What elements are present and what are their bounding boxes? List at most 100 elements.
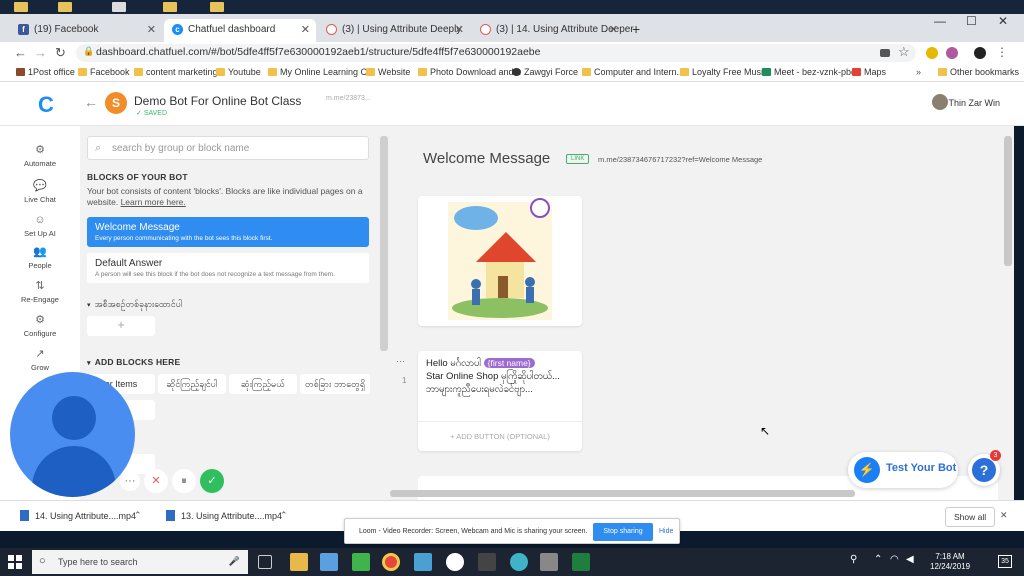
wifi-icon[interactable]: ◠	[890, 554, 899, 565]
tab-attribute-deeper[interactable]: (3) | 14. Using Attribute Deeper ✕	[472, 19, 634, 42]
store-icon[interactable]	[320, 553, 338, 571]
image-card[interactable]	[418, 196, 582, 326]
app-icon[interactable]	[414, 553, 432, 571]
bookmark-item[interactable]: Computer and Intern...	[582, 67, 684, 77]
block-link-url[interactable]: m.me/238734676717232?ref=Welcome Message	[598, 155, 762, 164]
windows-start-icon[interactable]	[8, 555, 22, 569]
block-search-input[interactable]: ⌕ search by group or block name	[87, 136, 369, 160]
download-item[interactable]: 14. Using Attribute....mp4	[20, 510, 136, 521]
chevron-down-icon[interactable]: ⌄	[283, 95, 290, 104]
bot-name[interactable]: Demo Bot For Online Bot Class	[134, 94, 301, 108]
first-name-attribute[interactable]: {first name}	[483, 358, 535, 368]
back-arrow-icon[interactable]: ←	[84, 94, 98, 110]
more-options-icon[interactable]: ···	[396, 356, 405, 366]
block-welcome-message[interactable]: Welcome Message Every person communicati…	[87, 217, 369, 247]
test-your-bot-button[interactable]: ⚡ Test Your Bot	[848, 452, 958, 488]
excel-icon[interactable]	[572, 553, 590, 571]
hide-button[interactable]: Hide	[659, 528, 673, 535]
close-icon[interactable]: ✕	[147, 23, 156, 36]
chevron-up-icon[interactable]: ⌃	[134, 510, 142, 521]
notifications-icon[interactable]: 35	[998, 555, 1012, 568]
app-icon[interactable]	[540, 553, 558, 571]
maximize-icon[interactable]: ☐	[966, 14, 977, 28]
star-icon[interactable]: ☆	[898, 44, 910, 60]
minimize-icon[interactable]: —	[934, 14, 946, 28]
close-icon[interactable]: ✕	[301, 23, 310, 36]
nav-set-up-ai[interactable]: ☺ Set Up AI	[0, 214, 80, 238]
close-icon[interactable]: ✕	[1000, 510, 1008, 521]
extension-icon[interactable]	[946, 47, 958, 59]
learn-more-link[interactable]: Learn more here.	[121, 197, 186, 207]
url-input[interactable]: 🔒 dashboard.chatfuel.com/#/bot/5dfe4ff5f…	[76, 44, 916, 62]
app-icon[interactable]	[478, 553, 496, 571]
bookmark-item[interactable]: Loyalty Free Music	[680, 67, 768, 77]
bookmark-item[interactable]: 1Post office	[16, 67, 75, 77]
nav-people[interactable]: 👥 People	[0, 246, 80, 270]
people-icon[interactable]: ⚲	[850, 554, 857, 565]
bot-link[interactable]: m.me/23873...	[326, 95, 371, 102]
help-button[interactable]: ? 3	[968, 450, 1001, 486]
reload-icon[interactable]: ↻	[55, 45, 66, 61]
extension-icon[interactable]	[926, 47, 938, 59]
loom-pause-button[interactable]: ⏸	[172, 469, 196, 493]
stop-sharing-button[interactable]: Stop sharing	[593, 523, 653, 541]
close-icon[interactable]: ✕	[609, 23, 618, 36]
more-bookmarks-icon[interactable]: »	[916, 67, 921, 77]
window-close-icon[interactable]: ✕	[998, 14, 1008, 28]
loom-more-button[interactable]: ···	[120, 471, 140, 491]
canvas-horizontal-scrollbar[interactable]	[390, 490, 855, 497]
file-explorer-icon[interactable]	[290, 553, 308, 571]
bookmark-item[interactable]: Youtube	[216, 67, 261, 77]
back-icon[interactable]: ←	[14, 45, 27, 60]
tab-facebook[interactable]: f (19) Facebook ✕	[10, 19, 162, 42]
taskbar-search-input[interactable]: ○ Type here to search 🎤	[32, 550, 248, 574]
bookmark-item[interactable]: Other bookmarks	[938, 67, 1019, 77]
chevron-up-icon[interactable]: ⌃	[280, 510, 288, 521]
bookmark-item[interactable]: Meet - bez-vznk-pbc	[762, 67, 856, 77]
nav-configure[interactable]: ⚙ Configure	[0, 314, 80, 338]
group-title[interactable]: ▾ အစီအစဉ်တစ်ခုနားထောင်ပါ	[87, 299, 182, 312]
bookmark-item[interactable]: content marketing	[134, 67, 218, 77]
close-icon[interactable]: ✕	[455, 23, 464, 36]
webcam-bubble[interactable]	[10, 372, 135, 497]
block-chip[interactable]: ဆုံးကြည့်မယ်	[229, 374, 297, 394]
app-icon[interactable]	[446, 553, 464, 571]
bookmark-item[interactable]: My Online Learning C...	[268, 67, 375, 77]
task-view-icon[interactable]	[258, 555, 272, 569]
show-all-button[interactable]: Show all	[945, 507, 996, 527]
nav-grow[interactable]: ↗ Grow	[0, 348, 80, 372]
bookmark-item[interactable]: Facebook	[78, 67, 130, 77]
camtasia-icon[interactable]	[352, 553, 370, 571]
canvas-vertical-scrollbar[interactable]	[1004, 136, 1012, 266]
volume-icon[interactable]: ◀	[906, 554, 914, 565]
download-item[interactable]: 13. Using Attribute....mp4	[166, 510, 282, 521]
forward-icon[interactable]: →	[34, 45, 47, 60]
block-title[interactable]: Welcome Message	[423, 150, 550, 167]
new-tab-button[interactable]: +	[626, 19, 650, 42]
nav-re-engage[interactable]: ⇅ Re-Engage	[0, 280, 80, 304]
panel-scrollbar[interactable]	[380, 136, 388, 351]
text-card[interactable]: Hello မင်္ဂလာပါ {first name} Star Online…	[418, 351, 582, 451]
system-clock[interactable]: 7:18 AM 12/24/2019	[930, 552, 970, 572]
nav-live-chat[interactable]: 💬 Live Chat	[0, 180, 80, 204]
tab-chatfuel[interactable]: c Chatfuel dashboard ✕	[164, 19, 316, 42]
chevron-up-icon[interactable]: ⌃	[874, 554, 882, 565]
nav-automate[interactable]: ⚙ Automate	[0, 144, 80, 168]
chatfuel-logo[interactable]: C	[38, 92, 54, 118]
app-icon[interactable]	[510, 553, 528, 571]
camera-icon[interactable]	[880, 49, 890, 57]
menu-icon[interactable]: ⋮	[996, 45, 1008, 59]
loom-cancel-button[interactable]: ✕	[144, 469, 168, 493]
bookmark-item[interactable]: Zawgyi Force	[512, 67, 578, 77]
bookmark-item[interactable]: Maps	[852, 67, 886, 77]
profile-avatar[interactable]	[974, 47, 986, 59]
user-avatar[interactable]	[932, 94, 948, 110]
block-default-answer[interactable]: Default Answer A person will see this bl…	[87, 253, 369, 283]
microphone-icon[interactable]: 🎤	[229, 556, 240, 567]
chrome-icon[interactable]	[382, 553, 400, 571]
add-button-option[interactable]: + ADD BUTTON (OPTIONAL)	[418, 421, 582, 443]
bookmark-item[interactable]: Photo Download and...	[418, 67, 521, 77]
bookmark-item[interactable]: Website	[366, 67, 410, 77]
user-name[interactable]: Thin Zar Win	[948, 98, 1000, 108]
block-chip[interactable]: ဆိုင်ကြည့်ချင်ပါ	[158, 374, 226, 394]
